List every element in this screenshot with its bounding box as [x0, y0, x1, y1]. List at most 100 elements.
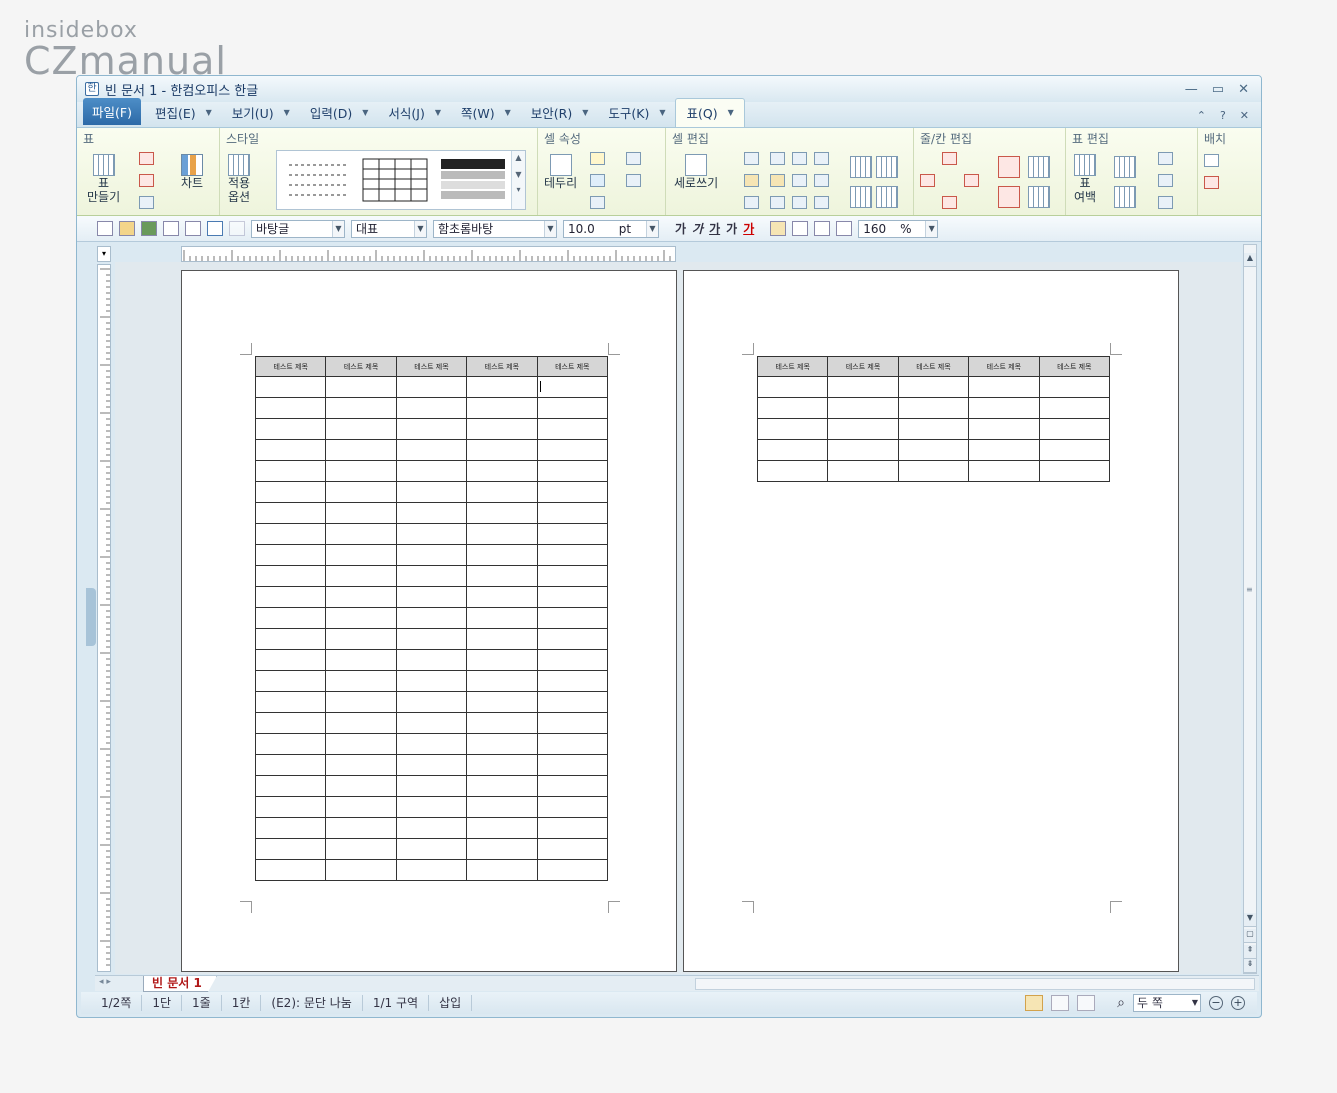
table-cell[interactable] [254, 481, 327, 503]
equal-height-icon[interactable] [876, 186, 898, 208]
align-ml-icon[interactable] [770, 174, 785, 187]
table-cell[interactable] [254, 817, 327, 839]
table-cell[interactable] [325, 460, 397, 482]
align-top-icon[interactable] [744, 152, 759, 165]
table-cell[interactable] [897, 460, 970, 482]
table-cell[interactable] [254, 733, 327, 755]
table-cell[interactable] [466, 628, 538, 650]
bold-button[interactable]: 가 [675, 220, 686, 237]
align-middle-icon[interactable] [744, 174, 759, 187]
menu-view[interactable]: 보기(U) ▼ [222, 103, 300, 127]
table-cell[interactable] [325, 838, 397, 860]
table-cell[interactable] [536, 565, 609, 587]
table-cell[interactable] [325, 775, 397, 797]
table-cell[interactable] [536, 544, 609, 566]
table-formula-icon[interactable] [1158, 174, 1173, 187]
vertical-scrollbar[interactable]: ▲ ≡ ▼ ▢ ⇞ ⇟ [1243, 244, 1257, 974]
ribbon-collapse-button[interactable]: ⌃ [1197, 109, 1206, 122]
table-cell[interactable] [395, 733, 468, 755]
delete-col-icon[interactable] [998, 186, 1020, 208]
table-calc-icon[interactable] [139, 196, 154, 209]
table-cell[interactable] [968, 460, 1040, 482]
style-combo[interactable]: 바탕글 ▼ [251, 219, 345, 238]
table-cell[interactable] [254, 670, 327, 692]
table-cell[interactable] [254, 859, 327, 881]
table-cell[interactable] [254, 607, 327, 629]
next-page-icon[interactable]: ⇟ [1244, 959, 1256, 973]
fill-color-icon[interactable] [590, 174, 605, 187]
table-cell[interactable] [325, 544, 397, 566]
table-cell[interactable] [466, 775, 538, 797]
table-cell[interactable] [395, 670, 468, 692]
insert-row-above-icon[interactable] [942, 152, 957, 165]
table-cell[interactable] [536, 586, 609, 608]
underline-button[interactable]: 가 [709, 220, 720, 237]
table-cell[interactable] [536, 796, 609, 818]
align-bc-icon[interactable] [792, 196, 807, 209]
table-cell[interactable] [827, 439, 899, 461]
table-cell[interactable] [254, 418, 327, 440]
save-icon[interactable] [141, 221, 157, 236]
table-cell[interactable] [466, 712, 538, 734]
table-cell[interactable] [395, 712, 468, 734]
table-cell[interactable] [536, 754, 609, 776]
table-cell[interactable] [536, 376, 609, 398]
delete-row-icon[interactable] [998, 156, 1020, 178]
table-page-2[interactable]: 테스트 제목 테스트 제목 테스트 제목 테스트 제목 테스트 제목 [756, 356, 1111, 482]
table-cell[interactable] [466, 439, 538, 461]
table-cell[interactable] [395, 565, 468, 587]
view-outline-icon[interactable] [1077, 995, 1096, 1011]
status-mode[interactable]: 삽입 [429, 995, 473, 1011]
align-br-icon[interactable] [814, 196, 829, 209]
table-cell[interactable] [325, 796, 397, 818]
page-1[interactable]: 테스트 제목 테스트 제목 테스트 제목 테스트 제목 테스트 제목 [181, 270, 677, 972]
view-normal-icon[interactable] [1051, 995, 1070, 1011]
table-cell[interactable] [325, 376, 397, 398]
table-cell[interactable] [395, 754, 468, 776]
table-cell[interactable] [756, 460, 829, 482]
table-cell[interactable] [466, 460, 538, 482]
page-2[interactable]: 테스트 제목 테스트 제목 테스트 제목 테스트 제목 테스트 제목 [683, 270, 1179, 972]
merge-cells-icon[interactable] [850, 156, 872, 178]
table-cell[interactable] [325, 397, 397, 419]
line-weight-icon[interactable] [626, 174, 641, 187]
table-cell[interactable] [254, 712, 327, 734]
table-cell[interactable] [466, 376, 538, 398]
restore-button[interactable]: ▭ [1212, 82, 1224, 97]
font-combo[interactable]: 함초롬바탕 ▼ [433, 219, 557, 238]
table-page-1[interactable]: 테스트 제목 테스트 제목 테스트 제목 테스트 제목 테스트 제목 [254, 356, 609, 881]
horizontal-ruler[interactable] [181, 246, 676, 262]
menu-insert[interactable]: 입력(D) ▼ [300, 103, 379, 127]
table-cell[interactable] [325, 523, 397, 545]
table-cell[interactable] [536, 775, 609, 797]
table-cell[interactable] [395, 817, 468, 839]
table-cell[interactable] [536, 838, 609, 860]
table-cell[interactable] [466, 565, 538, 587]
table-cell[interactable] [536, 439, 609, 461]
menu-table[interactable]: 표(Q) ▼ [675, 98, 745, 127]
table-cell[interactable] [1038, 460, 1111, 482]
table-cell[interactable] [395, 481, 468, 503]
menu-format[interactable]: 서식(J) ▼ [378, 103, 451, 127]
table-cell[interactable] [466, 733, 538, 755]
table-cell[interactable] [466, 544, 538, 566]
scroll-thumb-grip[interactable]: ≡ [1246, 585, 1253, 594]
table-erase-icon[interactable] [139, 174, 154, 187]
zoom-out-icon[interactable]: − [1209, 996, 1223, 1010]
table-cell[interactable] [897, 376, 970, 398]
menu-page[interactable]: 쪽(W) ▼ [451, 103, 521, 127]
menu-tools[interactable]: 도구(K) ▼ [598, 103, 675, 127]
table-cell[interactable] [325, 817, 397, 839]
table-cell[interactable] [325, 859, 397, 881]
style-sample-grid[interactable] [361, 157, 431, 203]
table-cell[interactable] [536, 817, 609, 839]
table-cell[interactable] [536, 502, 609, 524]
table-cell[interactable] [395, 418, 468, 440]
side-panel-handle[interactable] [86, 588, 96, 646]
apply-options-button[interactable]: 적용 옵션 [228, 154, 250, 204]
table-cell[interactable] [756, 439, 829, 461]
doc-close-button[interactable]: ✕ [1240, 109, 1249, 122]
table-cell[interactable] [395, 586, 468, 608]
new-doc-icon[interactable] [97, 221, 113, 236]
wrap-text-icon[interactable] [1204, 154, 1219, 167]
